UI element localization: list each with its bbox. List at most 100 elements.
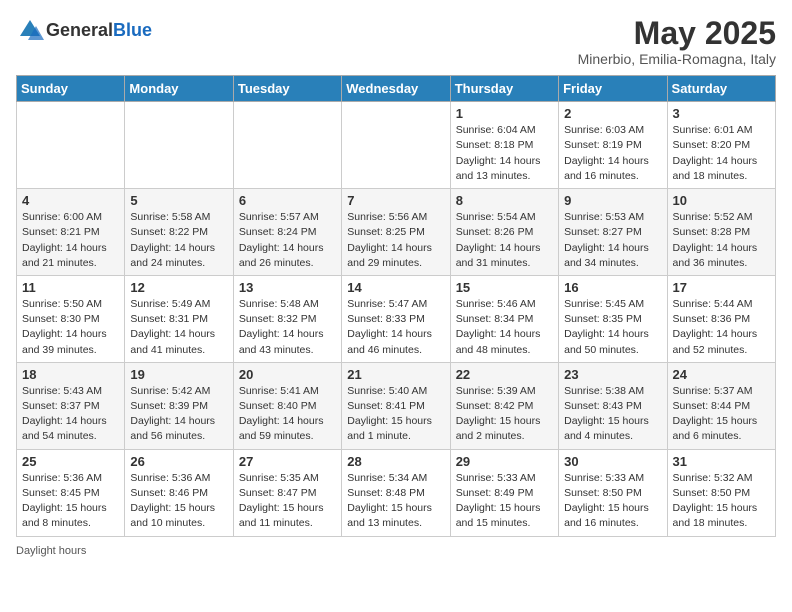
location-title: Minerbio, Emilia-Romagna, Italy <box>578 51 776 67</box>
calendar-cell: 13 Sunrise: 5:48 AM Sunset: 8:32 PM Dayli… <box>233 275 341 362</box>
day-number: 11 <box>22 280 119 295</box>
day-info: Sunrise: 5:53 AM Sunset: 8:27 PM Dayligh… <box>564 210 661 271</box>
calendar-cell: 3 Sunrise: 6:01 AM Sunset: 8:20 PM Daylig… <box>667 102 775 189</box>
day-info: Sunrise: 6:04 AM Sunset: 8:18 PM Dayligh… <box>456 123 553 184</box>
day-number: 4 <box>22 193 119 208</box>
day-number: 25 <box>22 454 119 469</box>
day-number: 5 <box>130 193 227 208</box>
calendar-cell: 18Sunrise: 5:43 AM Sunset: 8:37 PM Dayli… <box>17 362 125 449</box>
calendar-header-saturday: Saturday <box>667 76 775 102</box>
day-info: Sunrise: 5:56 AM Sunset: 8:25 PM Dayligh… <box>347 210 444 271</box>
calendar-cell: 8 Sunrise: 5:54 AM Sunset: 8:26 PM Daylig… <box>450 189 558 276</box>
day-number: 14 <box>347 280 444 295</box>
day-info: Sunrise: 5:39 AM Sunset: 8:42 PM Dayligh… <box>456 384 553 445</box>
day-number: 22 <box>456 367 553 382</box>
day-info: Sunrise: 5:33 AM Sunset: 8:49 PM Dayligh… <box>456 471 553 532</box>
calendar-header-sunday: Sunday <box>17 76 125 102</box>
calendar-week-row: 25 Sunrise: 5:36 AM Sunset: 8:45 PM Dayli… <box>17 449 776 536</box>
day-number: 3 <box>673 106 770 121</box>
day-info: Sunrise: 6:00 AM Sunset: 8:21 PM Dayligh… <box>22 210 119 271</box>
calendar-cell: 30 Sunrise: 5:33 AM Sunset: 8:50 PM Dayli… <box>559 449 667 536</box>
calendar-cell: 22 Sunrise: 5:39 AM Sunset: 8:42 PM Dayli… <box>450 362 558 449</box>
month-title: May 2025 <box>578 16 776 51</box>
day-info: Sunrise: 5:33 AM Sunset: 8:50 PM Dayligh… <box>564 471 661 532</box>
day-info: Sunrise: 5:52 AM Sunset: 8:28 PM Dayligh… <box>673 210 770 271</box>
calendar-cell: 14 Sunrise: 5:47 AM Sunset: 8:33 PM Dayli… <box>342 275 450 362</box>
calendar-cell: 27 Sunrise: 5:35 AM Sunset: 8:47 PM Dayli… <box>233 449 341 536</box>
day-info: Sunrise: 5:37 AM Sunset: 8:44 PM Dayligh… <box>673 384 770 445</box>
calendar-cell: 11 Sunrise: 5:50 AM Sunset: 8:30 PM Dayli… <box>17 275 125 362</box>
calendar-cell: 21 Sunrise: 5:40 AM Sunset: 8:41 PM Dayli… <box>342 362 450 449</box>
day-info: Sunrise: 6:03 AM Sunset: 8:19 PM Dayligh… <box>564 123 661 184</box>
day-number: 9 <box>564 193 661 208</box>
calendar-cell: 26Sunrise: 5:36 AM Sunset: 8:46 PM Dayli… <box>125 449 233 536</box>
day-info: Sunrise: 5:38 AM Sunset: 8:43 PM Dayligh… <box>564 384 661 445</box>
day-info: Sunrise: 5:40 AM Sunset: 8:41 PM Dayligh… <box>347 384 444 445</box>
calendar-cell: 4 Sunrise: 6:00 AM Sunset: 8:21 PM Daylig… <box>17 189 125 276</box>
day-info: Sunrise: 5:48 AM Sunset: 8:32 PM Dayligh… <box>239 297 336 358</box>
calendar-cell: 6 Sunrise: 5:57 AM Sunset: 8:24 PM Daylig… <box>233 189 341 276</box>
calendar-header-wednesday: Wednesday <box>342 76 450 102</box>
calendar-cell <box>125 102 233 189</box>
page-container: GeneralBlue May 2025 Minerbio, Emilia-Ro… <box>16 16 776 557</box>
calendar-cell: 24 Sunrise: 5:37 AM Sunset: 8:44 PM Dayli… <box>667 362 775 449</box>
calendar-cell: 25 Sunrise: 5:36 AM Sunset: 8:45 PM Dayli… <box>17 449 125 536</box>
day-info: Sunrise: 5:35 AM Sunset: 8:47 PM Dayligh… <box>239 471 336 532</box>
logo: GeneralBlue <box>16 16 152 44</box>
day-info: Sunrise: 5:44 AM Sunset: 8:36 PM Dayligh… <box>673 297 770 358</box>
calendar-cell: 7Sunrise: 5:56 AM Sunset: 8:25 PM Daylig… <box>342 189 450 276</box>
calendar-cell: 20 Sunrise: 5:41 AM Sunset: 8:40 PM Dayli… <box>233 362 341 449</box>
day-number: 18 <box>22 367 119 382</box>
daylight-label: Daylight hours <box>16 545 86 557</box>
day-number: 24 <box>673 367 770 382</box>
logo-icon <box>16 16 44 44</box>
calendar-cell: 31Sunrise: 5:32 AM Sunset: 8:50 PM Dayli… <box>667 449 775 536</box>
day-number: 29 <box>456 454 553 469</box>
calendar-header-thursday: Thursday <box>450 76 558 102</box>
day-number: 21 <box>347 367 444 382</box>
day-number: 8 <box>456 193 553 208</box>
logo-text-blue: Blue <box>113 20 152 40</box>
day-info: Sunrise: 5:57 AM Sunset: 8:24 PM Dayligh… <box>239 210 336 271</box>
day-number: 28 <box>347 454 444 469</box>
day-number: 27 <box>239 454 336 469</box>
day-info: Sunrise: 5:36 AM Sunset: 8:45 PM Dayligh… <box>22 471 119 532</box>
calendar-cell: 5 Sunrise: 5:58 AM Sunset: 8:22 PM Daylig… <box>125 189 233 276</box>
day-number: 6 <box>239 193 336 208</box>
day-number: 2 <box>564 106 661 121</box>
calendar-cell: 10 Sunrise: 5:52 AM Sunset: 8:28 PM Dayli… <box>667 189 775 276</box>
day-info: Sunrise: 5:46 AM Sunset: 8:34 PM Dayligh… <box>456 297 553 358</box>
calendar-cell <box>17 102 125 189</box>
header: GeneralBlue May 2025 Minerbio, Emilia-Ro… <box>16 16 776 67</box>
day-info: Sunrise: 5:50 AM Sunset: 8:30 PM Dayligh… <box>22 297 119 358</box>
calendar-week-row: 11 Sunrise: 5:50 AM Sunset: 8:30 PM Dayli… <box>17 275 776 362</box>
day-number: 30 <box>564 454 661 469</box>
calendar-header-row: SundayMondayTuesdayWednesdayThursdayFrid… <box>17 76 776 102</box>
calendar-table: SundayMondayTuesdayWednesdayThursdayFrid… <box>16 75 776 536</box>
calendar-cell: 1Sunrise: 6:04 AM Sunset: 8:18 PM Daylig… <box>450 102 558 189</box>
calendar-cell: 23 Sunrise: 5:38 AM Sunset: 8:43 PM Dayli… <box>559 362 667 449</box>
day-number: 10 <box>673 193 770 208</box>
calendar-cell <box>342 102 450 189</box>
calendar-cell: 9 Sunrise: 5:53 AM Sunset: 8:27 PM Daylig… <box>559 189 667 276</box>
day-number: 23 <box>564 367 661 382</box>
day-number: 15 <box>456 280 553 295</box>
day-info: Sunrise: 5:42 AM Sunset: 8:39 PM Dayligh… <box>130 384 227 445</box>
day-info: Sunrise: 5:54 AM Sunset: 8:26 PM Dayligh… <box>456 210 553 271</box>
day-info: Sunrise: 5:41 AM Sunset: 8:40 PM Dayligh… <box>239 384 336 445</box>
calendar-cell: 29 Sunrise: 5:33 AM Sunset: 8:49 PM Dayli… <box>450 449 558 536</box>
day-number: 13 <box>239 280 336 295</box>
day-number: 20 <box>239 367 336 382</box>
day-info: Sunrise: 5:45 AM Sunset: 8:35 PM Dayligh… <box>564 297 661 358</box>
day-number: 26 <box>130 454 227 469</box>
footer: Daylight hours <box>16 545 776 557</box>
day-info: Sunrise: 6:01 AM Sunset: 8:20 PM Dayligh… <box>673 123 770 184</box>
calendar-week-row: 18Sunrise: 5:43 AM Sunset: 8:37 PM Dayli… <box>17 362 776 449</box>
calendar-cell: 17Sunrise: 5:44 AM Sunset: 8:36 PM Dayli… <box>667 275 775 362</box>
day-info: Sunrise: 5:47 AM Sunset: 8:33 PM Dayligh… <box>347 297 444 358</box>
calendar-cell: 15 Sunrise: 5:46 AM Sunset: 8:34 PM Dayli… <box>450 275 558 362</box>
day-info: Sunrise: 5:58 AM Sunset: 8:22 PM Dayligh… <box>130 210 227 271</box>
day-number: 16 <box>564 280 661 295</box>
day-number: 12 <box>130 280 227 295</box>
calendar-cell: 19Sunrise: 5:42 AM Sunset: 8:39 PM Dayli… <box>125 362 233 449</box>
